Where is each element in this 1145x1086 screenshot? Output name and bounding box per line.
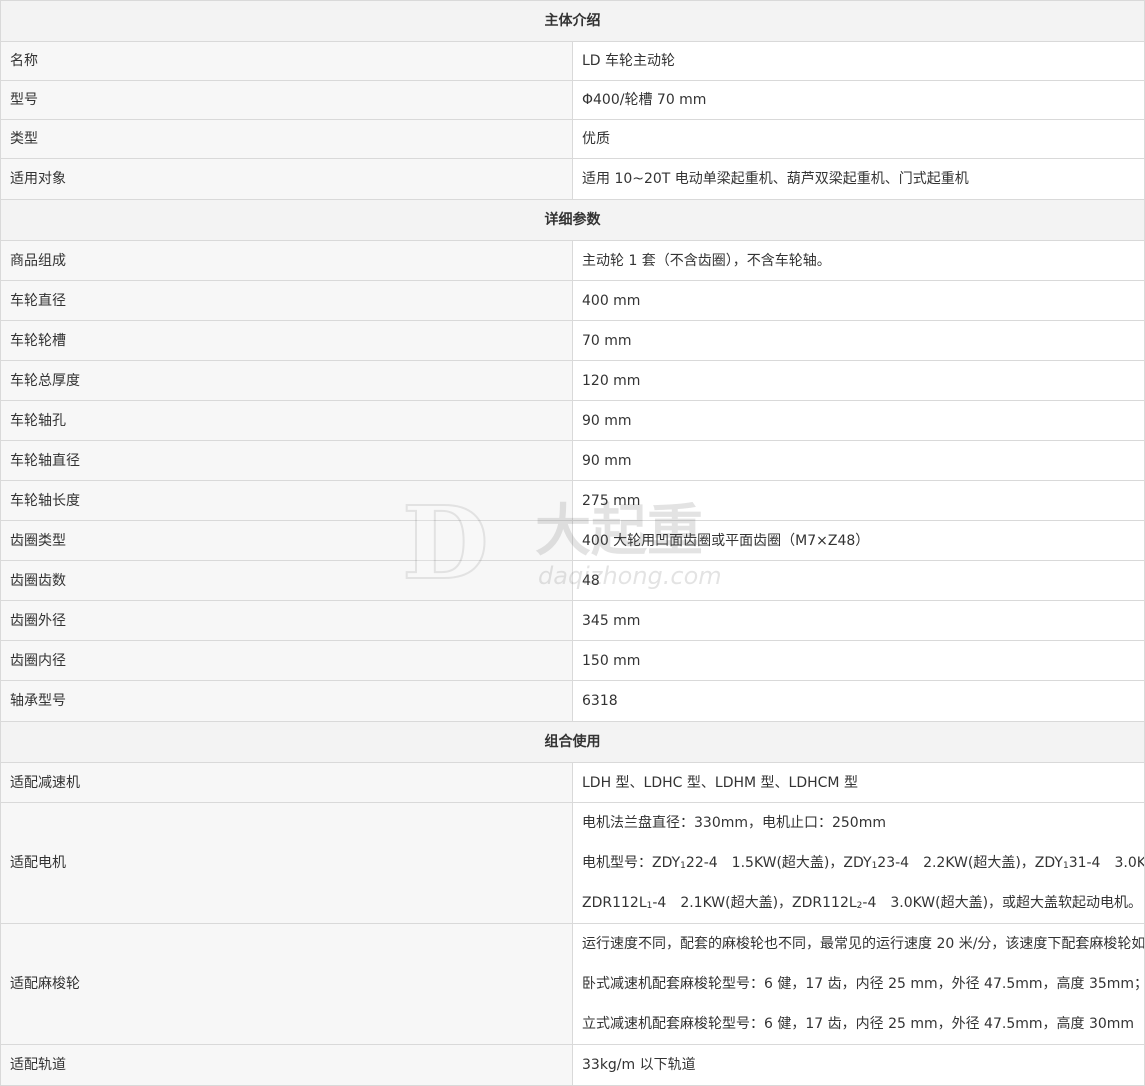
table-row: 齿圈内径 150 mm <box>0 640 1145 681</box>
row-value: 400 大轮用凹面齿圈或平面齿圈（M7×Z48） <box>572 520 1145 561</box>
row-value: 120 mm <box>572 360 1145 401</box>
spec-table: 主体介绍 名称 LD 车轮主动轮 型号 Φ400/轮槽 70 mm 类型 优质 … <box>0 0 1145 1086</box>
table-row: 类型 优质 <box>0 119 1145 159</box>
row-label: 商品组成 <box>0 240 573 281</box>
row-value: 优质 <box>572 119 1145 159</box>
row-value-multiline: 运行速度不同，配套的麻梭轮也不同，最常见的运行速度 20 米/分，该速度下配套麻… <box>572 923 1145 1045</box>
row-label: 适配减速机 <box>0 762 573 803</box>
row-label: 车轮直径 <box>0 280 573 321</box>
row-value-multiline: 电机法兰盘直径：330mm，电机止口：250mm 电机型号：ZDY122-4 1… <box>572 802 1145 924</box>
wheel-horizontal-line: 卧式减速机配套麻梭轮型号：6 健，17 齿，内径 25 mm，外径 47.5mm… <box>582 976 1145 992</box>
row-value: 适用 10~20T 电动单梁起重机、葫芦双梁起重机、门式起重机 <box>572 158 1145 200</box>
section-header-intro: 主体介绍 <box>0 0 1145 42</box>
table-row: 型号 Φ400/轮槽 70 mm <box>0 80 1145 120</box>
table-row-motor: 适配电机 电机法兰盘直径：330mm，电机止口：250mm 电机型号：ZDY12… <box>0 802 1145 924</box>
row-value: 70 mm <box>572 320 1145 361</box>
row-label: 齿圈外径 <box>0 600 573 641</box>
row-value: 90 mm <box>572 440 1145 481</box>
row-label: 车轮轴长度 <box>0 480 573 521</box>
row-label: 齿圈内径 <box>0 640 573 681</box>
section-title: 组合使用 <box>0 721 1145 763</box>
row-label: 类型 <box>0 119 573 159</box>
table-row: 齿圈齿数 48 <box>0 560 1145 601</box>
table-row: 适配轨道 33kg/m 以下轨道 <box>0 1044 1145 1086</box>
row-value: 6318 <box>572 680 1145 722</box>
table-row: 车轮轴孔 90 mm <box>0 400 1145 441</box>
row-label: 型号 <box>0 80 573 120</box>
row-value: 主动轮 1 套（不含齿圈），不含车轮轴。 <box>572 240 1145 281</box>
table-row: 车轮直径 400 mm <box>0 280 1145 321</box>
row-label: 适用对象 <box>0 158 573 200</box>
row-label: 适配轨道 <box>0 1044 573 1086</box>
row-value: 275 mm <box>572 480 1145 521</box>
row-value: 150 mm <box>572 640 1145 681</box>
table-row: 适用对象 适用 10~20T 电动单梁起重机、葫芦双梁起重机、门式起重机 <box>0 158 1145 200</box>
row-label: 适配麻梭轮 <box>0 923 573 1045</box>
table-row: 车轮轴直径 90 mm <box>0 440 1145 481</box>
wheel-vertical-line: 立式减速机配套麻梭轮型号：6 健，17 齿，内径 25 mm，外径 47.5mm… <box>582 1016 1135 1032</box>
table-row: 车轮轮槽 70 mm <box>0 320 1145 361</box>
row-value: 345 mm <box>572 600 1145 641</box>
table-row: 名称 LD 车轮主动轮 <box>0 41 1145 81</box>
motor-model-line-2: ZDR112L1-4 2.1KW(超大盖)，ZDR112L2-4 3.0KW(超… <box>582 895 1143 911</box>
row-value: 33kg/m 以下轨道 <box>572 1044 1145 1086</box>
row-value: LDH 型、LDHC 型、LDHM 型、LDHCM 型 <box>572 762 1145 803</box>
row-value: 48 <box>572 560 1145 601</box>
table-row: 车轮总厚度 120 mm <box>0 360 1145 401</box>
row-label: 车轮总厚度 <box>0 360 573 401</box>
row-label: 齿圈齿数 <box>0 560 573 601</box>
table-row: 商品组成 主动轮 1 套（不含齿圈），不含车轮轴。 <box>0 240 1145 281</box>
wheel-speed-line: 运行速度不同，配套的麻梭轮也不同，最常见的运行速度 20 米/分，该速度下配套麻… <box>582 936 1145 952</box>
row-value: 90 mm <box>572 400 1145 441</box>
section-header-combo: 组合使用 <box>0 721 1145 763</box>
motor-model-line: 电机型号：ZDY122-4 1.5KW(超大盖)，ZDY123-4 2.2KW(… <box>582 855 1145 871</box>
table-row: 车轮轴长度 275 mm <box>0 480 1145 521</box>
table-row: 齿圈类型 400 大轮用凹面齿圈或平面齿圈（M7×Z48） <box>0 520 1145 561</box>
row-label: 车轮轴孔 <box>0 400 573 441</box>
row-label: 车轮轴直径 <box>0 440 573 481</box>
row-value: 400 mm <box>572 280 1145 321</box>
motor-flange-line: 电机法兰盘直径：330mm，电机止口：250mm <box>582 815 886 831</box>
table-row: 轴承型号 6318 <box>0 680 1145 722</box>
row-value: LD 车轮主动轮 <box>572 41 1145 81</box>
row-label: 适配电机 <box>0 802 573 924</box>
section-header-details: 详细参数 <box>0 199 1145 241</box>
row-label: 车轮轮槽 <box>0 320 573 361</box>
section-title: 主体介绍 <box>0 0 1145 42</box>
table-row: 齿圈外径 345 mm <box>0 600 1145 641</box>
row-label: 齿圈类型 <box>0 520 573 561</box>
row-value: Φ400/轮槽 70 mm <box>572 80 1145 120</box>
section-title: 详细参数 <box>0 199 1145 241</box>
table-row: 适配减速机 LDH 型、LDHC 型、LDHM 型、LDHCM 型 <box>0 762 1145 803</box>
row-label: 名称 <box>0 41 573 81</box>
table-row-wheel: 适配麻梭轮 运行速度不同，配套的麻梭轮也不同，最常见的运行速度 20 米/分，该… <box>0 923 1145 1045</box>
row-label: 轴承型号 <box>0 680 573 722</box>
